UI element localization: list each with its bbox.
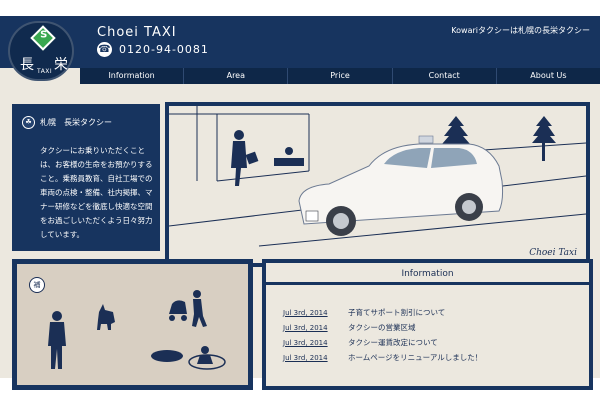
intro-text: タクシーにお乗りいただくことは、お客様の生命をお預かりすること。乗務員教育、自社… (40, 146, 153, 239)
tree-icon: ☘ (22, 116, 35, 129)
information-inner: Information Jul 3rd, 2014 子育てサポート割引について … (266, 263, 589, 386)
information-title: Information (266, 263, 589, 285)
list-item[interactable]: Jul 3rd, 2014 タクシーの営業区域 (283, 320, 583, 335)
person-figure (52, 311, 62, 321)
logo-kanji-left: 長 (20, 57, 34, 73)
illustration-image: 補 (17, 264, 248, 385)
choei-logo[interactable]: S 長 栄 TAXI (8, 21, 74, 81)
intro-title: 札幌 長栄タクシー (40, 118, 112, 127)
hero-image: Choei Taxi (169, 106, 586, 263)
city-scene (48, 290, 226, 370)
news-link[interactable]: ホームページをリニューアルしました！ (348, 352, 482, 363)
news-link[interactable]: タクシーの営業区域 (348, 322, 416, 333)
nav-about-us[interactable]: About Us (495, 68, 600, 84)
page: S 長 栄 TAXI Choei TAXI ☎ 0120-94-0081 Kow… (0, 0, 610, 400)
news-list: Jul 3rd, 2014 子育てサポート割引について Jul 3rd, 201… (283, 305, 583, 365)
news-link[interactable]: タクシー運賃改定について (348, 337, 438, 348)
hero-banner: Choei Taxi (165, 102, 590, 267)
list-item[interactable]: Jul 3rd, 2014 ホームページをリニューアルしました！ (283, 350, 583, 365)
logo-subtitle: TAXI (37, 68, 53, 75)
nav-contact[interactable]: Contact (391, 68, 496, 84)
dog-figure (97, 304, 115, 330)
hero-caption: Choei Taxi (529, 248, 577, 258)
brand-name: Choei TAXI (97, 25, 177, 40)
news-date[interactable]: Jul 3rd, 2014 (283, 339, 348, 347)
list-item[interactable]: Jul 3rd, 2014 子育てサポート割引について (283, 305, 583, 320)
intro-panel: ☘ 札幌 長栄タクシー タクシーにお乗りいただくことは、お客様の生命をお預かりす… (12, 104, 160, 251)
phone-number[interactable]: 0120-94-0081 (119, 43, 209, 56)
reception-desk (274, 147, 304, 166)
site-container: S 長 栄 TAXI Choei TAXI ☎ 0120-94-0081 Kow… (0, 16, 600, 390)
list-item[interactable]: Jul 3rd, 2014 タクシー運賃改定について (283, 335, 583, 350)
information-panel: Information Jul 3rd, 2014 子育てサポート割引について … (262, 259, 593, 390)
phone-icon: ☎ (97, 42, 112, 57)
taxi-car (298, 135, 504, 236)
logo-badge-icon: S (30, 25, 56, 51)
taxi-illustration (169, 106, 586, 247)
main-nav: Information Area Price Contact About Us (80, 68, 600, 84)
header: S 長 栄 TAXI Choei TAXI ☎ 0120-94-0081 Kow… (0, 16, 600, 81)
news-link[interactable]: 子育てサポート割引について (348, 307, 445, 318)
nav-price[interactable]: Price (287, 68, 391, 84)
nav-information[interactable]: Information (80, 68, 183, 84)
logo-kanji-right: 栄 (54, 57, 68, 73)
news-date[interactable]: Jul 3rd, 2014 (283, 309, 348, 317)
illustration-panel: 補 (12, 259, 253, 390)
nav-area[interactable]: Area (183, 68, 287, 84)
header-tagline: Kowariタクシーは札幌の長栄タクシー (451, 26, 590, 35)
news-date[interactable]: Jul 3rd, 2014 (283, 354, 348, 362)
news-date[interactable]: Jul 3rd, 2014 (283, 324, 348, 332)
intro-heading: ☘ 札幌 長栄タクシー (22, 116, 112, 129)
